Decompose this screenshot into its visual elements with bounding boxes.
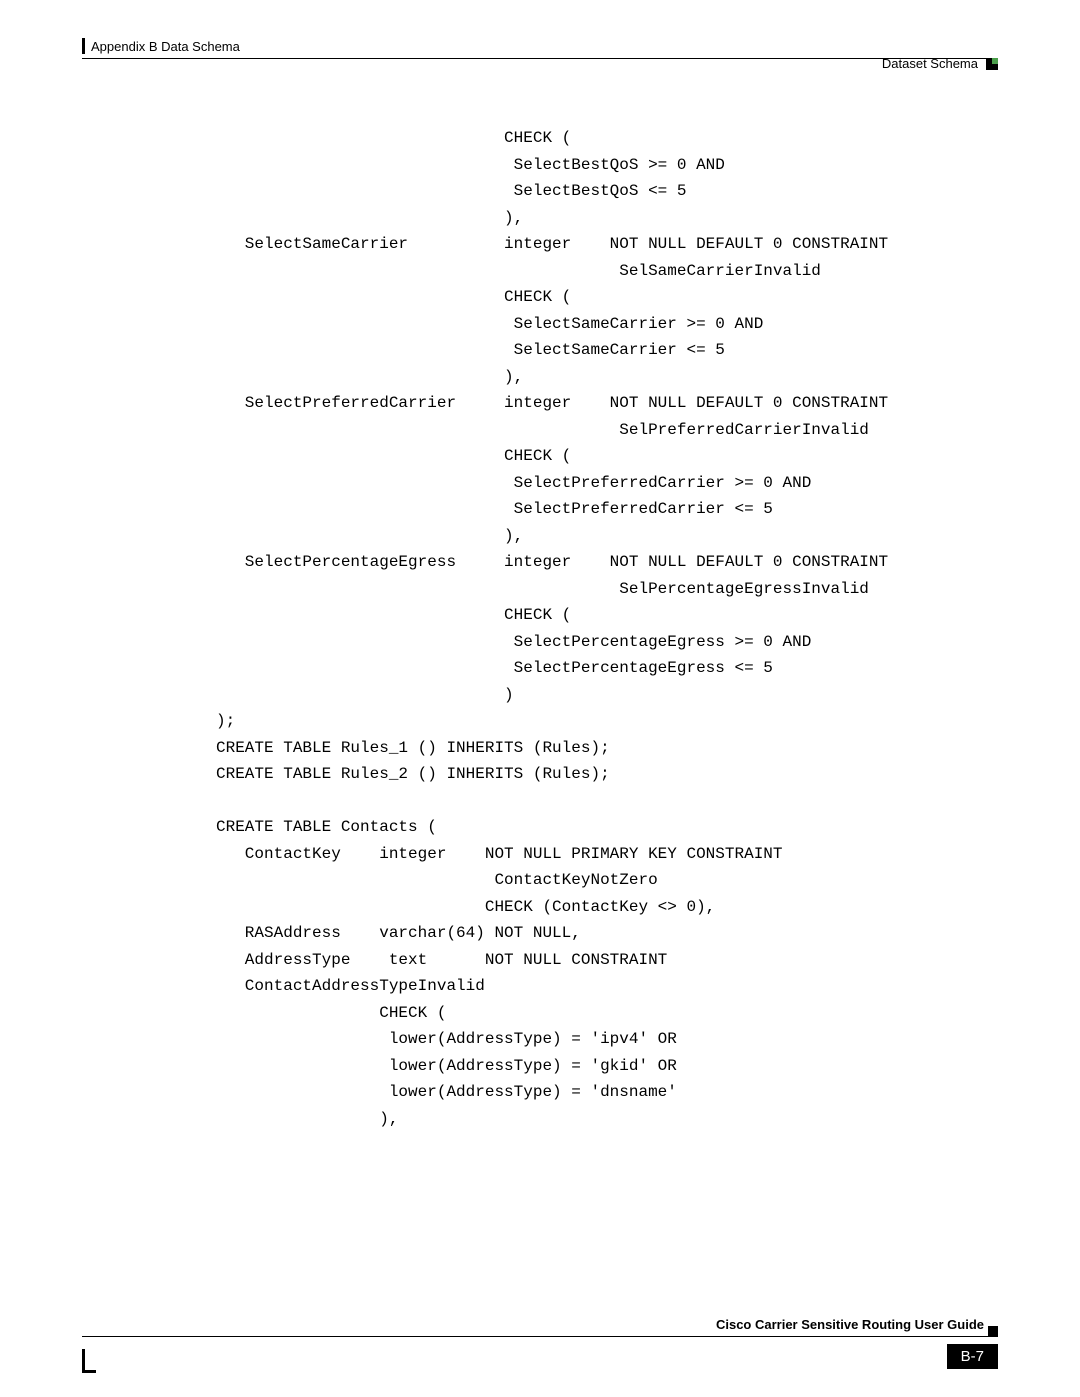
header-left: Appendix B Data Schema xyxy=(82,38,240,54)
footer-marker-icon xyxy=(988,1326,998,1336)
header-right: Dataset Schema xyxy=(882,56,998,71)
sql-code-block: CHECK ( SelectBestQoS >= 0 AND SelectBes… xyxy=(216,125,888,1132)
page-number: B-7 xyxy=(947,1344,998,1369)
corner-icon xyxy=(82,1349,85,1373)
header-bar-icon xyxy=(82,38,85,54)
document-page: Appendix B Data Schema Dataset Schema CH… xyxy=(0,0,1080,1397)
header-section-label: Dataset Schema xyxy=(882,56,978,71)
header-appendix-label: Appendix B Data Schema xyxy=(91,39,240,54)
footer-guide-title: Cisco Carrier Sensitive Routing User Gui… xyxy=(716,1317,984,1332)
section-marker-icon xyxy=(986,58,998,70)
footer-rule xyxy=(82,1336,998,1337)
header-rule xyxy=(82,58,998,59)
